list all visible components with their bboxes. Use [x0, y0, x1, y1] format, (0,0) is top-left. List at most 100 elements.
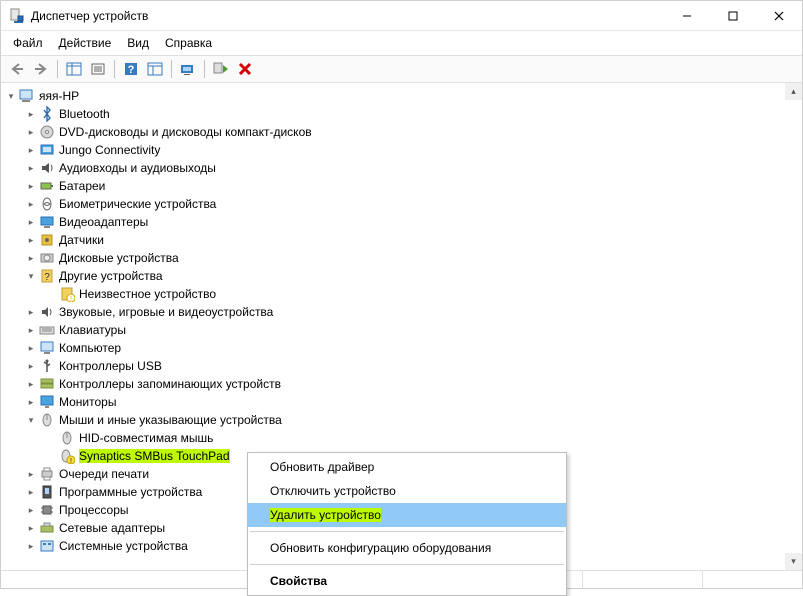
- tree-node-n15[interactable]: ▸ Мониторы: [1, 393, 802, 411]
- menu-help[interactable]: Справка: [157, 32, 220, 54]
- collapse-icon[interactable]: ▾: [25, 414, 37, 426]
- ctx-disable-device[interactable]: Отключить устройство: [248, 479, 566, 503]
- uninstall-device-button[interactable]: [234, 58, 256, 80]
- expand-icon[interactable]: ▸: [25, 180, 37, 192]
- expand-icon[interactable]: ▸: [25, 126, 37, 138]
- tree-node-n8[interactable]: ▸ Дисковые устройства: [1, 249, 802, 267]
- svg-text:?: ?: [128, 64, 135, 76]
- ctx-properties[interactable]: Свойства: [248, 569, 566, 593]
- tree-node-n9a[interactable]: !Неизвестное устройство: [1, 285, 802, 303]
- tree-node-n2[interactable]: ▸Jungo Connectivity: [1, 141, 802, 159]
- expander-icon[interactable]: ▾: [5, 90, 17, 102]
- expand-icon[interactable]: ▸: [25, 198, 37, 210]
- expand-icon[interactable]: ▸: [25, 360, 37, 372]
- tree-node-n5[interactable]: ▸Биометрические устройства: [1, 195, 802, 213]
- menu-file[interactable]: Файл: [5, 32, 51, 54]
- expand-icon[interactable]: ▸: [25, 378, 37, 390]
- tree-node-n3[interactable]: ▸ Аудиовходы и аудиовыходы: [1, 159, 802, 177]
- ctx-separator: [250, 531, 564, 532]
- context-menu: Обновить драйвер Отключить устройство Уд…: [247, 452, 567, 596]
- node-label: Мыши и иные указывающие устройства: [59, 413, 282, 427]
- tree-node-n13[interactable]: ▸Контроллеры USB: [1, 357, 802, 375]
- tree-node-n1[interactable]: ▸DVD-дисководы и дисководы компакт-диско…: [1, 123, 802, 141]
- expand-icon[interactable]: ▸: [25, 342, 37, 354]
- comp-icon: [39, 340, 55, 356]
- sound-icon: [39, 304, 55, 320]
- tree-node-n10[interactable]: ▸ Звуковые, игровые и видеоустройства: [1, 303, 802, 321]
- node-label: Bluetooth: [59, 107, 110, 121]
- node-label: Компьютер: [59, 341, 121, 355]
- expand-icon[interactable]: ▸: [25, 324, 37, 336]
- menu-action[interactable]: Действие: [51, 32, 120, 54]
- tree-node-n0[interactable]: ▸ Bluetooth: [1, 105, 802, 123]
- monitor-icon: [39, 394, 55, 410]
- expand-icon[interactable]: ▸: [25, 108, 37, 120]
- unknown-icon: !: [59, 286, 75, 302]
- node-label: Очереди печати: [59, 467, 149, 481]
- expand-icon[interactable]: ▸: [25, 468, 37, 480]
- node-label: Аудиовходы и аудиовыходы: [59, 161, 216, 175]
- tree-node-n6[interactable]: ▸Видеоадаптеры: [1, 213, 802, 231]
- toolbar-separator: [57, 60, 58, 78]
- ctx-remove-device-label: Удалить устройство: [270, 508, 381, 522]
- tree-node-n11[interactable]: ▸Клавиатуры: [1, 321, 802, 339]
- expand-icon[interactable]: ▸: [25, 162, 37, 174]
- scroll-up-button[interactable]: ▴: [785, 83, 802, 100]
- tree-node-n9[interactable]: ▾?Другие устройства: [1, 267, 802, 285]
- maximize-button[interactable]: [710, 1, 756, 31]
- tree-node-n16[interactable]: ▾ Мыши и иные указывающие устройства: [1, 411, 802, 429]
- expand-icon[interactable]: ▸: [25, 234, 37, 246]
- tree-node-n16a[interactable]: HID-совместимая мышь: [1, 429, 802, 447]
- jungo-icon: [39, 142, 55, 158]
- ctx-remove-device[interactable]: Удалить устройство: [248, 503, 566, 527]
- mouse-icon: [39, 412, 55, 428]
- ctx-refresh-hardware[interactable]: Обновить конфигурацию оборудования: [248, 536, 566, 560]
- expand-icon[interactable]: ▸: [25, 486, 37, 498]
- node-label: Мониторы: [59, 395, 116, 409]
- menu-view[interactable]: Вид: [119, 32, 157, 54]
- expand-icon[interactable]: ▸: [25, 504, 37, 516]
- device-manager-window: Диспетчер устройств Файл Действие Вид Сп…: [0, 0, 803, 589]
- node-label: Звуковые, игровые и видеоустройства: [59, 305, 273, 319]
- scan-hardware-button[interactable]: [177, 58, 199, 80]
- tree-node-n12[interactable]: ▸ Компьютер: [1, 339, 802, 357]
- expand-icon[interactable]: ▸: [25, 252, 37, 264]
- net-icon: [39, 520, 55, 536]
- show-hide-console-tree-button[interactable]: [63, 58, 85, 80]
- tree-node-n14[interactable]: ▸ Контроллеры запоминающих устройств: [1, 375, 802, 393]
- other-icon: ?: [39, 268, 55, 284]
- expand-icon[interactable]: ▸: [25, 306, 37, 318]
- collapse-icon[interactable]: ▾: [25, 270, 37, 282]
- expand-icon[interactable]: ▸: [25, 144, 37, 156]
- tree-root[interactable]: ▾ яяя-HP: [1, 87, 802, 105]
- expand-icon[interactable]: ▸: [25, 216, 37, 228]
- help-button[interactable]: ?: [120, 58, 142, 80]
- sensor-icon: [39, 232, 55, 248]
- action-list-button[interactable]: [144, 58, 166, 80]
- app-icon: [9, 8, 25, 24]
- node-label: Дисковые устройства: [59, 251, 179, 265]
- scroll-down-button[interactable]: ▾: [785, 553, 802, 570]
- print-icon: [39, 466, 55, 482]
- update-driver-button[interactable]: [210, 58, 232, 80]
- expand-icon[interactable]: ▸: [25, 396, 37, 408]
- disk-icon: [39, 250, 55, 266]
- tree-node-n7[interactable]: ▸Датчики: [1, 231, 802, 249]
- bio-icon: [39, 196, 55, 212]
- expand-icon[interactable]: ▸: [25, 522, 37, 534]
- toolbar-separator: [204, 60, 205, 78]
- node-label: Батареи: [59, 179, 105, 193]
- soft-icon: [39, 484, 55, 500]
- minimize-button[interactable]: [664, 1, 710, 31]
- mouse-icon: [59, 430, 75, 446]
- toolbar-separator: [114, 60, 115, 78]
- tree-node-n4[interactable]: ▸ Батареи: [1, 177, 802, 195]
- close-button[interactable]: [756, 1, 802, 31]
- forward-button[interactable]: [30, 58, 52, 80]
- properties-button[interactable]: [87, 58, 109, 80]
- node-label: Контроллеры запоминающих устройств: [59, 377, 281, 391]
- ctx-separator: [250, 564, 564, 565]
- ctx-update-driver[interactable]: Обновить драйвер: [248, 455, 566, 479]
- expand-icon[interactable]: ▸: [25, 540, 37, 552]
- back-button[interactable]: [6, 58, 28, 80]
